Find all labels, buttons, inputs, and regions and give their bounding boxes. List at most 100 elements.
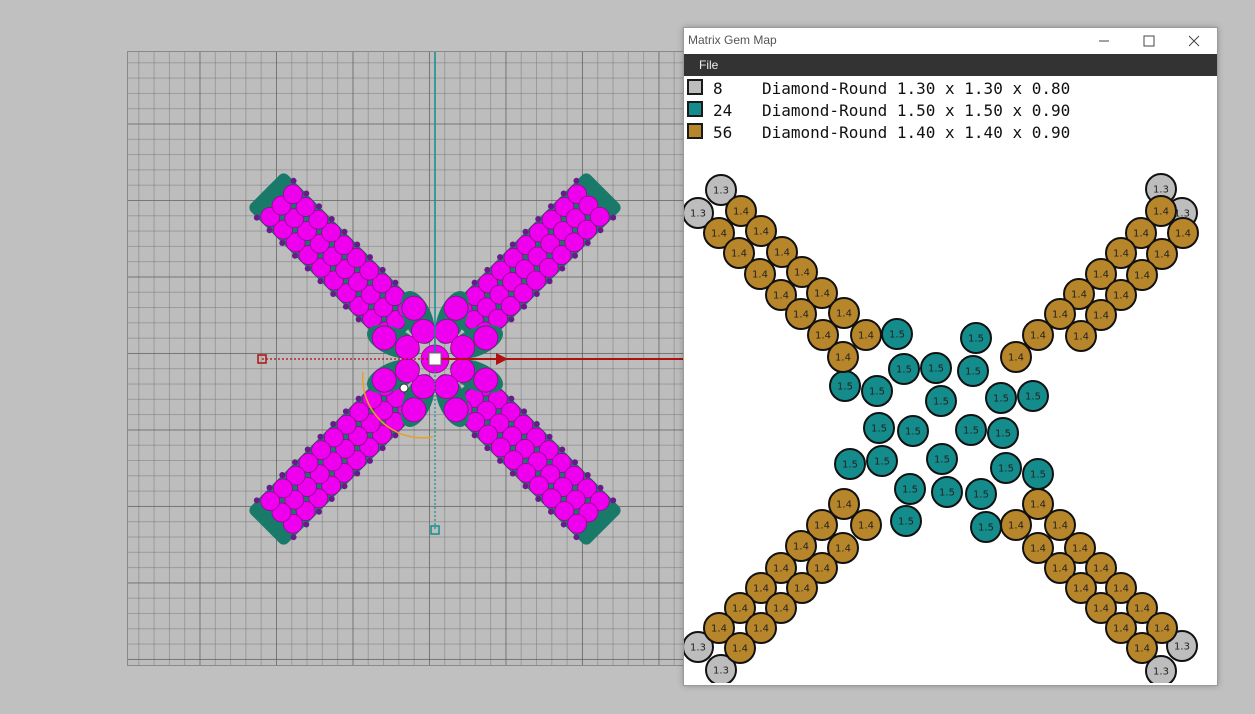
gem-s15[interactable]: 1.5 — [894, 473, 926, 505]
gem-size-label: 1.4 — [733, 207, 749, 218]
gem-size-label: 1.4 — [1073, 332, 1089, 343]
gem-size-label: 1.5 — [1025, 392, 1041, 403]
cad-arm — [446, 173, 621, 348]
gem-s15[interactable]: 1.5 — [863, 412, 895, 444]
matrix-gem-map-window[interactable]: Matrix Gem Map File 8 Diamond-Round 1.30… — [683, 27, 1218, 686]
gem-s15[interactable]: 1.5 — [829, 370, 861, 402]
gem-size-label: 1.5 — [965, 367, 981, 378]
gumball-center[interactable] — [428, 352, 442, 366]
gem-s15[interactable]: 1.5 — [965, 478, 997, 510]
gem-size-label: 1.4 — [1153, 207, 1169, 218]
gem-size-label: 1.5 — [871, 424, 887, 435]
gem-size-label: 1.5 — [896, 365, 912, 376]
maximize-button[interactable] — [1126, 28, 1171, 54]
gem-s14[interactable]: 1.4 — [850, 319, 882, 351]
cad-arm — [446, 370, 621, 545]
legend-swatch — [687, 101, 703, 117]
gem-size-label: 1.4 — [1134, 271, 1150, 282]
gem-size-label: 1.4 — [732, 604, 748, 615]
gem-s15[interactable]: 1.5 — [926, 443, 958, 475]
gem-s15[interactable]: 1.5 — [866, 445, 898, 477]
gem-s15[interactable]: 1.5 — [931, 476, 963, 508]
gem-size-label: 1.4 — [1008, 521, 1024, 532]
title-bar[interactable]: Matrix Gem Map — [684, 28, 1217, 54]
gem-size-label: 1.3 — [713, 186, 729, 197]
gem-s14[interactable]: 1.4 — [724, 632, 756, 664]
gem-s15[interactable]: 1.5 — [925, 385, 957, 417]
legend-desc: Diamond-Round 1.30 x 1.30 x 0.80 — [762, 79, 1071, 98]
gem-size-label: 1.4 — [794, 268, 810, 279]
gem-map-canvas[interactable]: 1.31.31.31.31.31.31.31.31.5 1.51.5 1.5 1.51… — [684, 148, 1217, 683]
x-axis-arrow[interactable] — [496, 353, 508, 365]
close-button[interactable] — [1171, 28, 1216, 54]
cad-arm — [249, 370, 424, 545]
gem-s15[interactable]: 1.5 — [897, 415, 929, 447]
gem-size-label: 1.4 — [1030, 544, 1046, 555]
gem-size-label: 1.4 — [836, 500, 852, 511]
gem-s14[interactable]: 1.4 — [827, 341, 859, 373]
gem-size-label: 1.4 — [1008, 353, 1024, 364]
gem-size-label: 1.3 — [1174, 642, 1190, 653]
maximize-icon — [1143, 35, 1155, 47]
gem-size-label: 1.4 — [711, 624, 727, 635]
gem-s15[interactable]: 1.5 — [890, 505, 922, 537]
gem-s14[interactable]: 1.4 — [850, 509, 882, 541]
gem-size-label: 1.4 — [814, 521, 830, 532]
minimize-button[interactable] — [1081, 28, 1126, 54]
gem-size-label: 1.5 — [889, 330, 905, 341]
cad-model-view[interactable] — [128, 52, 685, 666]
legend-row: 24 Diamond-Round 1.50 x 1.50 x 0.90 — [684, 99, 1217, 121]
cad-viewport[interactable] — [127, 51, 685, 666]
gem-s15[interactable]: 1.5 — [834, 448, 866, 480]
gem-s15[interactable]: 1.5 — [957, 355, 989, 387]
gem-s15[interactable]: 1.5 — [888, 353, 920, 385]
gem-s14[interactable]: 1.4 — [1126, 632, 1158, 664]
gem-s14[interactable]: 1.4 — [1000, 341, 1032, 373]
gem-size-label: 1.4 — [794, 584, 810, 595]
gem-s14[interactable]: 1.4 — [1000, 509, 1032, 541]
gem-size-label: 1.4 — [1052, 564, 1068, 575]
gem-size-label: 1.4 — [732, 644, 748, 655]
gem-size-label: 1.4 — [835, 353, 851, 364]
gem-size-label: 1.5 — [993, 394, 1009, 405]
gem-size-label: 1.4 — [793, 542, 809, 553]
gem-size-label: 1.4 — [815, 331, 831, 342]
gem-size-label: 1.5 — [928, 364, 944, 375]
gem-size-label: 1.5 — [905, 427, 921, 438]
gem-s14[interactable]: 1.4 — [1065, 320, 1097, 352]
gem-s15[interactable]: 1.5 — [985, 382, 1017, 414]
gem-size-label: 1.5 — [968, 334, 984, 345]
gem-size-label: 1.3 — [1153, 185, 1169, 196]
gem-s15[interactable]: 1.5 — [960, 322, 992, 354]
gem-s15[interactable]: 1.5 — [955, 414, 987, 446]
gem-s15[interactable]: 1.5 — [987, 417, 1019, 449]
gem-s14[interactable]: 1.4 — [1022, 319, 1054, 351]
gem-size-label: 1.4 — [1071, 290, 1087, 301]
gem-size-label: 1.4 — [1175, 229, 1191, 240]
close-icon — [1188, 35, 1200, 47]
gem-size-label: 1.4 — [858, 521, 874, 532]
gem-size-label: 1.5 — [973, 490, 989, 501]
gem-size-label: 1.4 — [753, 584, 769, 595]
gem-size-label: 1.4 — [858, 331, 874, 342]
gem-s15[interactable]: 1.5 — [920, 352, 952, 384]
gem-s15[interactable]: 1.5 — [881, 318, 913, 350]
gem-s15[interactable]: 1.5 — [1017, 380, 1049, 412]
gem-s15[interactable]: 1.5 — [1022, 458, 1054, 490]
pivot-point[interactable] — [399, 383, 409, 393]
gem-s15[interactable]: 1.5 — [990, 452, 1022, 484]
gem-size-label: 1.5 — [939, 488, 955, 499]
gem-s15[interactable]: 1.5 — [861, 375, 893, 407]
gem-size-label: 1.4 — [1052, 521, 1068, 532]
gem-s15[interactable]: 1.5 — [970, 511, 1002, 543]
gem-size-label: 1.4 — [814, 289, 830, 300]
menu-file[interactable]: File — [699, 58, 718, 72]
gem-size-label: 1.4 — [1093, 564, 1109, 575]
gem-size-label: 1.4 — [1093, 270, 1109, 281]
gem-size-label: 1.4 — [836, 309, 852, 320]
gem-size-label: 1.5 — [978, 523, 994, 534]
gem-size-label: 1.3 — [690, 209, 706, 220]
gem-size-label: 1.4 — [711, 229, 727, 240]
legend-desc: Diamond-Round 1.50 x 1.50 x 0.90 — [762, 101, 1071, 120]
legend-swatch — [687, 123, 703, 139]
